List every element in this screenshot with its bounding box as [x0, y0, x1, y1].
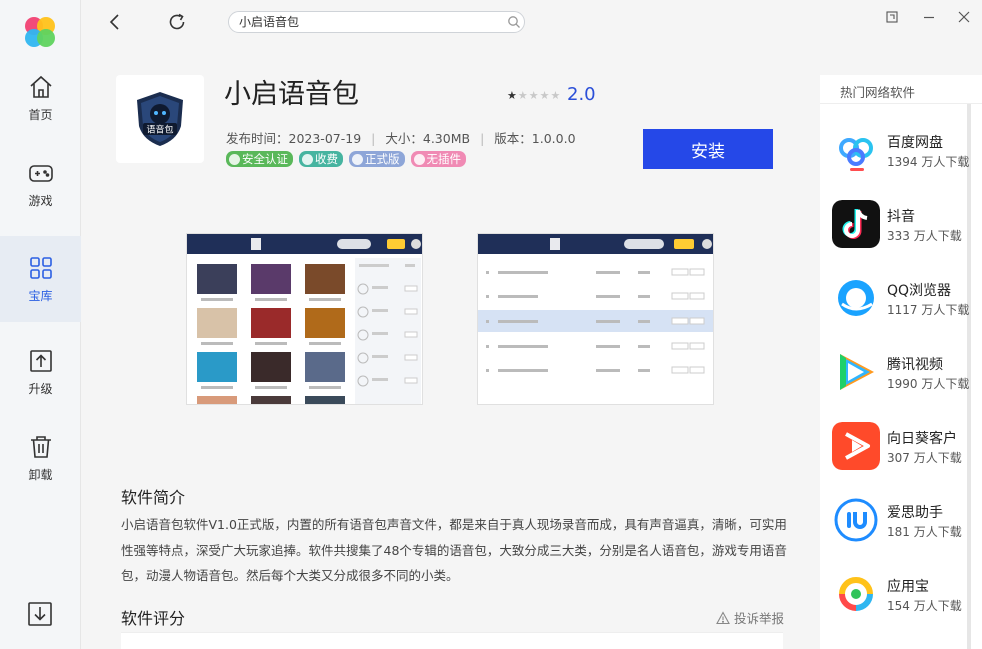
- search-input[interactable]: 小启语音包: [228, 11, 525, 33]
- gamepad-icon: [28, 164, 53, 182]
- hot-item-downloads: 1117 万人下载: [887, 303, 970, 317]
- warning-icon: [716, 610, 730, 624]
- hot-item-tencent-video[interactable]: 腾讯视频 1990 万人下载: [832, 348, 972, 398]
- close-icon[interactable]: [957, 10, 971, 24]
- star-filled-icon: ★: [507, 89, 518, 102]
- rating-section-title: 软件评分: [121, 609, 186, 628]
- topbar: 小启语音包: [81, 0, 982, 44]
- grid-icon: [29, 256, 52, 279]
- install-button[interactable]: 安装: [643, 129, 773, 169]
- description-title: 软件简介: [121, 488, 186, 507]
- hot-item-name: 爱思助手: [887, 505, 943, 521]
- hot-item-downloads: 333 万人下载: [887, 229, 962, 243]
- home-icon: [29, 75, 52, 98]
- shield-icon: [229, 153, 240, 165]
- back-arrow-icon[interactable]: [105, 12, 125, 32]
- minimize-icon[interactable]: [922, 10, 936, 24]
- sidebar-item-label: 升级: [28, 381, 53, 396]
- trash-icon: [30, 435, 51, 458]
- screenshot-preview-list: [478, 234, 713, 380]
- coin-icon: [302, 153, 313, 165]
- file-size: 大小：4.30MB: [385, 131, 471, 146]
- screenshot-1[interactable]: [186, 233, 423, 405]
- release-date: 发布时间：2023-07-19: [226, 131, 362, 146]
- tencent-video-icon: [832, 348, 880, 396]
- app-store-logo: [25, 17, 55, 47]
- no-plugin-icon: [413, 153, 425, 165]
- badges: 安全认证 收费 正式版 无插件: [226, 151, 466, 167]
- hot-item-name: 百度网盘: [887, 135, 943, 151]
- sidebar: 首页 游戏 宝库 升级 卸载: [0, 0, 81, 649]
- qq-browser-icon: [832, 274, 880, 322]
- rating-value: 2.0: [567, 84, 596, 105]
- hot-item-downloads: 181 万人下载: [887, 525, 962, 539]
- app-title: 小启语音包: [224, 79, 359, 110]
- hot-item-downloads: 1394 万人下载: [887, 155, 970, 169]
- hot-item-downloads: 1990 万人下载: [887, 377, 970, 391]
- hot-item-downloads: 154 万人下载: [887, 599, 962, 613]
- hot-software-title: 热门网络软件: [840, 85, 916, 100]
- search-icon[interactable]: [507, 15, 521, 29]
- app-meta: 发布时间：2023-07-19 | 大小：4.30MB | 版本：1.0.0.0: [226, 131, 576, 146]
- hot-item-baidu-netdisk[interactable]: 百度网盘 1394 万人下载: [832, 126, 972, 176]
- badge-official: 正式版: [349, 151, 405, 167]
- description-text: 小启语音包软件V1.0正式版，内置的所有语音包声音文件，都是来自于真人现场录音而…: [121, 517, 787, 583]
- hot-item-name: 应用宝: [887, 579, 929, 595]
- app-icon-text: 语音包: [146, 124, 173, 136]
- sidebar-item-label: 卸载: [28, 467, 53, 482]
- sidebar-item-label: 首页: [28, 107, 53, 122]
- hot-item-name: 腾讯视频: [887, 357, 943, 373]
- version: 版本：1.0.0.0: [494, 131, 576, 146]
- hot-item-i4-assistant[interactable]: 爱思助手 181 万人下载: [832, 496, 972, 546]
- i4-assistant-icon: [832, 496, 880, 544]
- badge-no-plugin: 无插件: [410, 151, 466, 167]
- screenshot-2[interactable]: [477, 233, 714, 405]
- sidebar-item-upgrade[interactable]: 升级: [0, 329, 81, 415]
- hot-item-name: QQ浏览器: [887, 283, 952, 299]
- star-rating: ★★★★★: [507, 89, 561, 102]
- rating-panel: [121, 632, 783, 649]
- sidebar-item-home[interactable]: 首页: [0, 55, 81, 141]
- sunlogin-icon: [832, 422, 880, 470]
- sidebar-item-treasury[interactable]: 宝库: [0, 236, 81, 322]
- hot-item-yingyongbao[interactable]: 应用宝 154 万人下载: [832, 570, 972, 620]
- hot-item-douyin[interactable]: 抖音 333 万人下载: [832, 200, 972, 250]
- check-icon: [352, 153, 363, 165]
- divider: [820, 103, 982, 104]
- download-manager-icon[interactable]: [26, 600, 54, 628]
- app-icon: 语音包: [116, 75, 204, 163]
- report-link[interactable]: 投诉举报: [716, 608, 784, 627]
- douyin-icon: [832, 200, 880, 248]
- hot-item-downloads: 307 万人下载: [887, 451, 962, 465]
- sidebar-item-games[interactable]: 游戏: [0, 141, 81, 227]
- sidebar-item-uninstall[interactable]: 卸载: [0, 415, 81, 501]
- badge-paid: 收费: [299, 151, 343, 167]
- sidebar-item-label: 游戏: [28, 193, 53, 208]
- yingyongbao-icon: [832, 570, 880, 618]
- hot-item-sunlogin[interactable]: 向日葵客户 307 万人下载: [832, 422, 972, 472]
- baidu-netdisk-icon: [832, 126, 880, 174]
- report-label: 投诉举报: [734, 611, 785, 626]
- upgrade-icon: [29, 349, 52, 372]
- hot-item-qq-browser[interactable]: QQ浏览器 1117 万人下载: [832, 274, 972, 324]
- star-empty-icon: ★★★★: [517, 89, 562, 102]
- sidebar-item-label: 宝库: [28, 288, 53, 303]
- refresh-icon[interactable]: [167, 12, 187, 32]
- voice-pack-logo-icon: 语音包: [137, 92, 183, 146]
- screenshot-preview-grid: [187, 234, 422, 404]
- hot-item-name: 抖音: [887, 209, 915, 225]
- hot-item-name: 向日葵客户: [887, 431, 957, 447]
- badge-security: 安全认证: [226, 151, 293, 167]
- window-restore-icon[interactable]: [885, 10, 899, 24]
